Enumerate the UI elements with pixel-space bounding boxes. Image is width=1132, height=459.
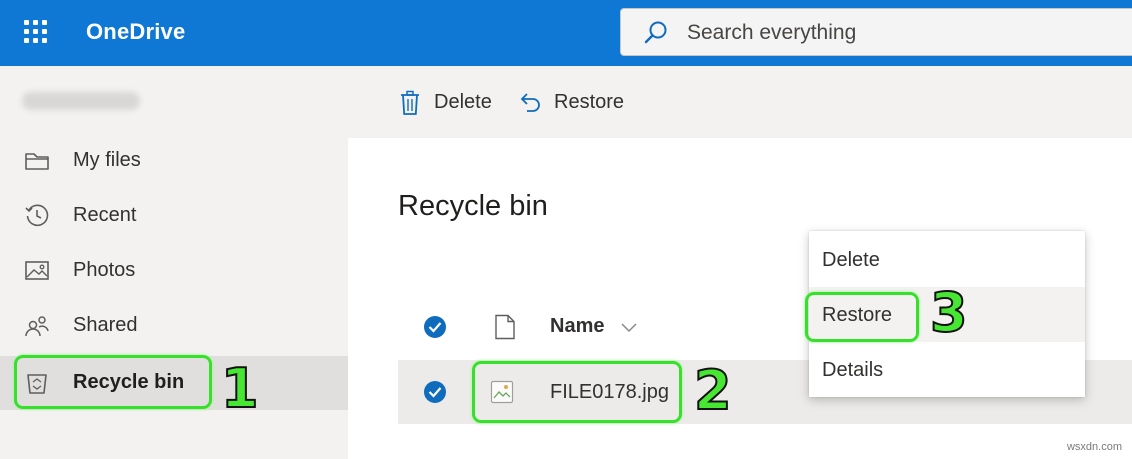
account-name-redacted (22, 92, 140, 110)
context-menu-details[interactable]: Details (809, 342, 1085, 397)
context-menu-item-label: Delete (822, 249, 880, 271)
app-title[interactable]: OneDrive (86, 19, 185, 45)
sidebar-item-recent[interactable]: Recent (0, 189, 348, 243)
checkmark-icon (428, 322, 442, 333)
file-type-icon (495, 314, 515, 340)
folder-icon (25, 153, 49, 170)
restore-button-label: Restore (554, 91, 625, 113)
context-menu-delete[interactable]: Delete (809, 232, 1085, 287)
sidebar-item-label: Recent (73, 204, 137, 226)
sidebar-item-label: Photos (73, 259, 136, 281)
chevron-down-icon[interactable] (620, 318, 638, 336)
delete-button[interactable]: Delete (398, 88, 498, 118)
highlight-file (472, 361, 682, 423)
sidebar-item-shared[interactable]: Shared (0, 299, 348, 353)
context-menu-item-label: Details (822, 359, 884, 381)
page-title: Recycle bin (398, 190, 548, 222)
restore-button[interactable]: Restore (518, 88, 638, 118)
history-icon (25, 204, 49, 227)
undo-icon (520, 93, 540, 112)
search-icon (644, 21, 667, 44)
sidebar-item-label: My files (73, 149, 141, 171)
sidebar-item-my-files[interactable]: My files (0, 134, 348, 188)
app-launcher-icon[interactable] (24, 20, 48, 44)
sidebar-item-photos[interactable]: Photos (0, 244, 348, 298)
highlight-recycle-bin (14, 355, 212, 409)
checkmark-icon (428, 387, 442, 398)
select-all-checkbox[interactable] (424, 316, 446, 338)
sidebar-item-label: Shared (73, 314, 138, 336)
column-header-name[interactable]: Name (550, 315, 604, 338)
top-bar: OneDrive Search everything (0, 0, 1132, 66)
row-checkbox[interactable] (424, 381, 446, 403)
delete-button-label: Delete (434, 91, 492, 113)
photo-icon (25, 261, 49, 280)
search-input[interactable]: Search everything (687, 21, 856, 45)
watermark: wsxdn.com (1066, 441, 1122, 453)
trash-icon (401, 90, 419, 115)
people-icon (25, 316, 49, 337)
highlight-restore (805, 292, 919, 342)
command-bar: Delete Restore (348, 66, 1132, 138)
step-number-2: 2 (693, 359, 733, 422)
step-number-1: 1 (220, 357, 260, 420)
step-number-3: 3 (929, 281, 969, 344)
search-box[interactable]: Search everything (620, 8, 1132, 56)
